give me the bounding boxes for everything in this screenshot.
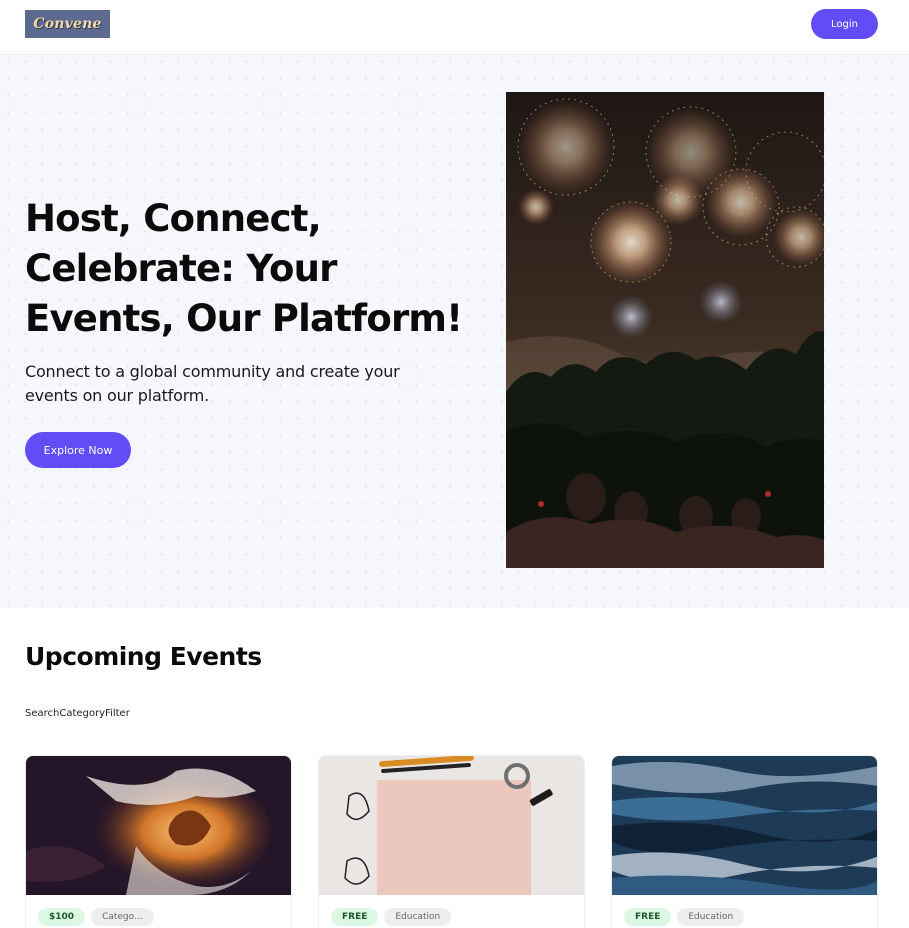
price-badge: $100 xyxy=(38,908,86,926)
event-card[interactable]: FREE Education xyxy=(611,755,878,928)
convene-logo[interactable]: Convene xyxy=(25,10,110,38)
top-nav: Convene Login xyxy=(0,0,909,52)
logo-text: Convene xyxy=(33,16,102,32)
hero-fireworks-image xyxy=(506,92,824,568)
event-card[interactable]: $100 Catego... xyxy=(25,755,292,928)
event-card-tags: FREE Education xyxy=(624,908,745,926)
explore-now-button[interactable]: Explore Now xyxy=(25,432,131,468)
hero-section: Host, Connect, Celebrate: Your Events, O… xyxy=(0,53,909,608)
event-card-tags: $100 Catego... xyxy=(38,908,154,926)
event-card-image xyxy=(612,756,877,895)
event-card-tags: FREE Education xyxy=(331,908,452,926)
search-filter[interactable]: Search xyxy=(25,708,59,719)
upcoming-events-heading: Upcoming Events xyxy=(25,642,262,671)
category-badge: Education xyxy=(677,908,745,926)
category-badge: Education xyxy=(384,908,452,926)
category-badge: Catego... xyxy=(91,908,154,926)
price-badge: FREE xyxy=(331,908,379,926)
hero-title: Host, Connect, Celebrate: Your Events, O… xyxy=(25,197,463,340)
hero-subtitle: Connect to a global community and create… xyxy=(25,362,400,405)
event-card-image xyxy=(319,756,584,895)
login-button[interactable]: Login xyxy=(811,9,878,39)
category-filter[interactable]: CategoryFilter xyxy=(59,708,129,719)
price-badge: FREE xyxy=(624,908,672,926)
event-filters: Search CategoryFilter xyxy=(25,708,130,719)
event-card-image xyxy=(26,756,291,895)
event-card[interactable]: FREE Education xyxy=(318,755,585,928)
